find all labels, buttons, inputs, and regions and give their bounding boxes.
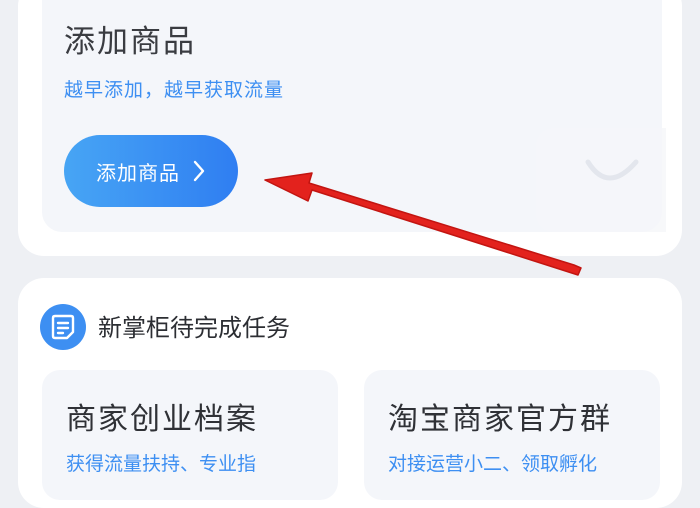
chevron-right-icon: [193, 160, 205, 182]
task-card-title: 淘宝商家官方群: [388, 402, 612, 437]
task-card-business-profile[interactable]: 商家创业档案 获得流量扶持、专业指: [42, 370, 338, 500]
tasks-title: 新掌柜待完成任务: [98, 314, 290, 342]
task-card-subtitle: 对接运营小二、领取孵化: [388, 453, 598, 475]
adjacent-card-peek: [536, 128, 666, 232]
add-product-title: 添加商品: [64, 24, 196, 60]
task-card-title: 商家创业档案: [66, 402, 258, 437]
add-product-button-label: 添加商品: [96, 160, 180, 185]
add-product-subtitle: 越早添加，越早获取流量: [64, 79, 285, 101]
task-card-official-group[interactable]: 淘宝商家官方群 对接运营小二、领取孵化: [364, 370, 660, 500]
add-product-button[interactable]: 添加商品: [64, 135, 238, 207]
document-list-icon: [40, 304, 86, 350]
task-card-subtitle: 获得流量扶持、专业指: [66, 453, 257, 475]
partial-icon: [585, 159, 639, 181]
